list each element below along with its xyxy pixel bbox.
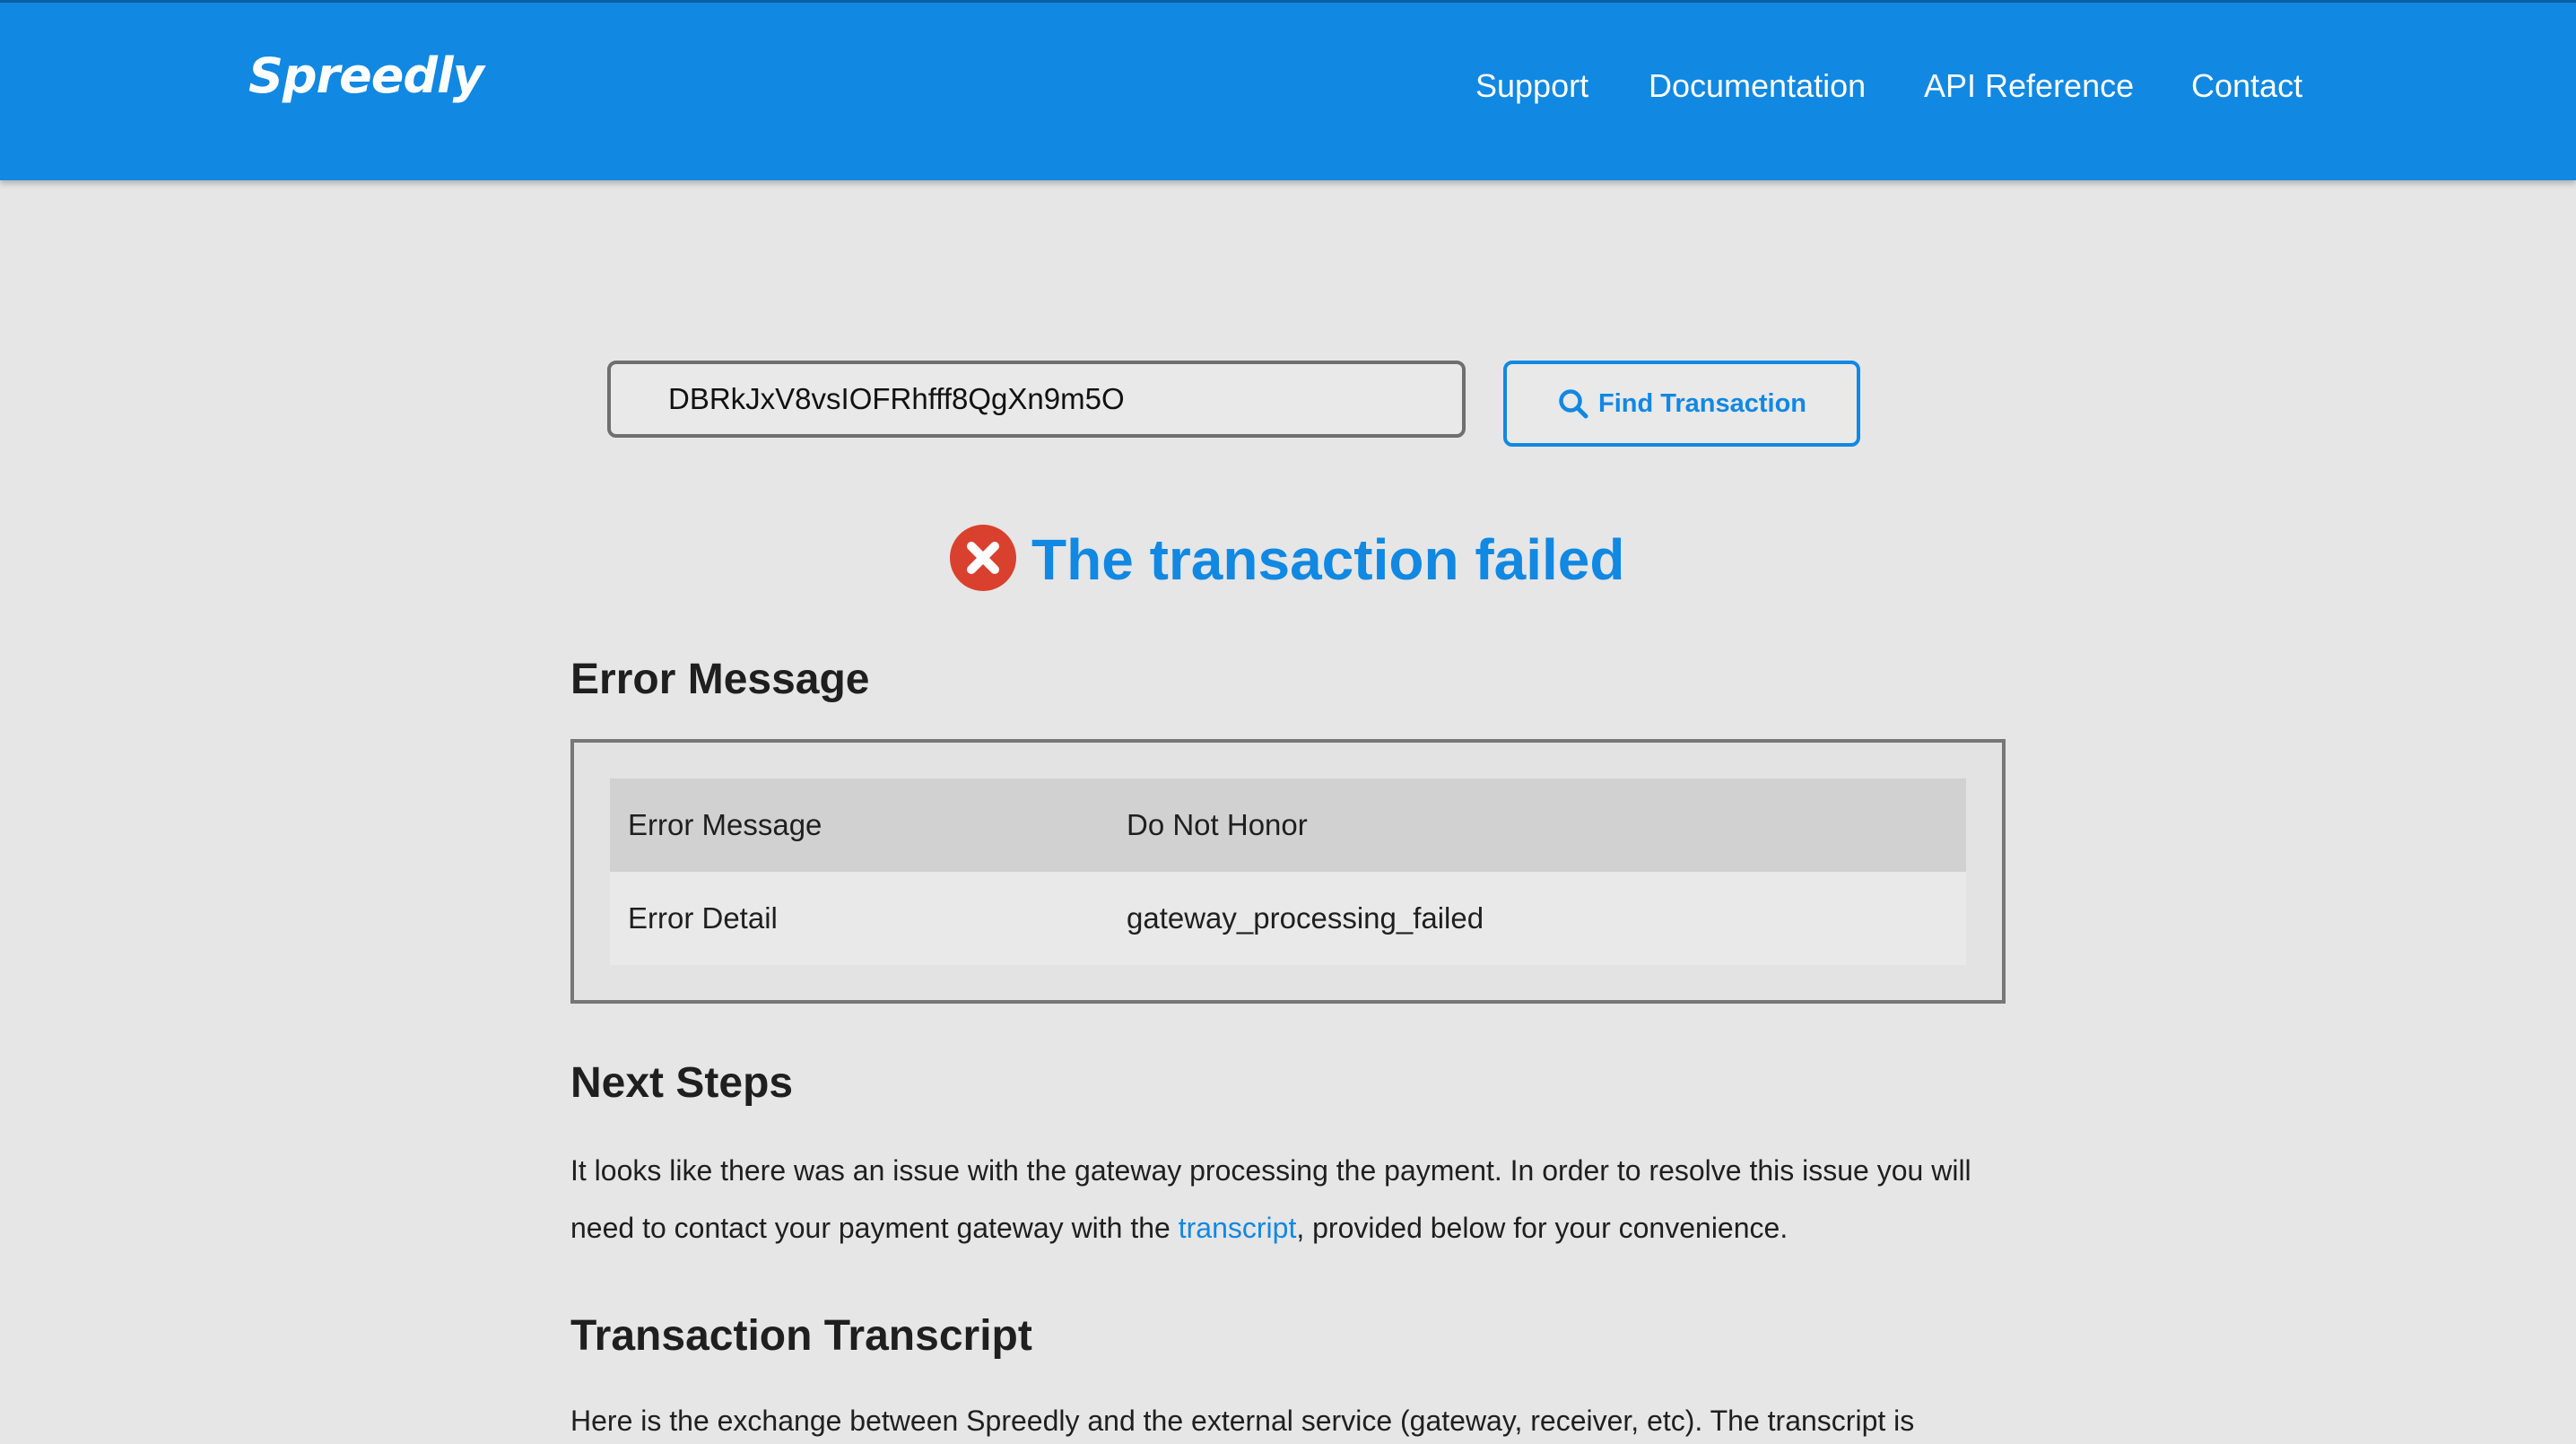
transcript-link[interactable]: transcript [1179,1212,1297,1244]
next-steps-heading: Next Steps [570,1059,794,1107]
search-icon [1557,387,1589,420]
find-transaction-button[interactable]: Find Transaction [1503,361,1860,447]
transcript-description: Here is the exchange between Spreedly an… [570,1405,1915,1437]
error-message-label: Error Message [628,808,822,841]
transaction-token-input[interactable] [607,361,1466,438]
error-details-box: Error Message Do Not Honor Error Detail … [570,739,2006,1004]
table-row: Error Detail gateway_processing_failed [610,872,1966,965]
spreedly-logo[interactable]: Spreedly [248,48,484,104]
nav-link-contact[interactable]: Contact [2191,67,2302,105]
nav-link-api-reference[interactable]: API Reference [1924,67,2134,105]
table-row: Error Message Do Not Honor [610,779,1966,872]
transaction-status: The transaction failed [949,524,1625,596]
nav-link-documentation[interactable]: Documentation [1649,67,1866,105]
transaction-transcript-heading: Transaction Transcript [570,1312,1032,1360]
error-x-icon [949,524,1017,596]
status-title: The transaction failed [1031,527,1625,592]
error-detail-label: Error Detail [628,901,778,935]
error-message-value: Do Not Honor [1127,808,1308,841]
next-steps-text: It looks like there was an issue with th… [570,1142,2006,1257]
nav-link-support[interactable]: Support [1475,67,1588,105]
error-detail-value: gateway_processing_failed [1127,901,1484,935]
next-steps-text-end: , provided below for your convenience. [1296,1212,1788,1244]
error-details-table: Error Message Do Not Honor Error Detail … [610,779,1966,965]
top-navigation-bar: Spreedly Support Documentation API Refer… [0,0,2576,180]
page: Spreedly Support Documentation API Refer… [0,0,2576,1444]
error-message-heading: Error Message [570,656,870,703]
find-transaction-label: Find Transaction [1597,388,1807,418]
